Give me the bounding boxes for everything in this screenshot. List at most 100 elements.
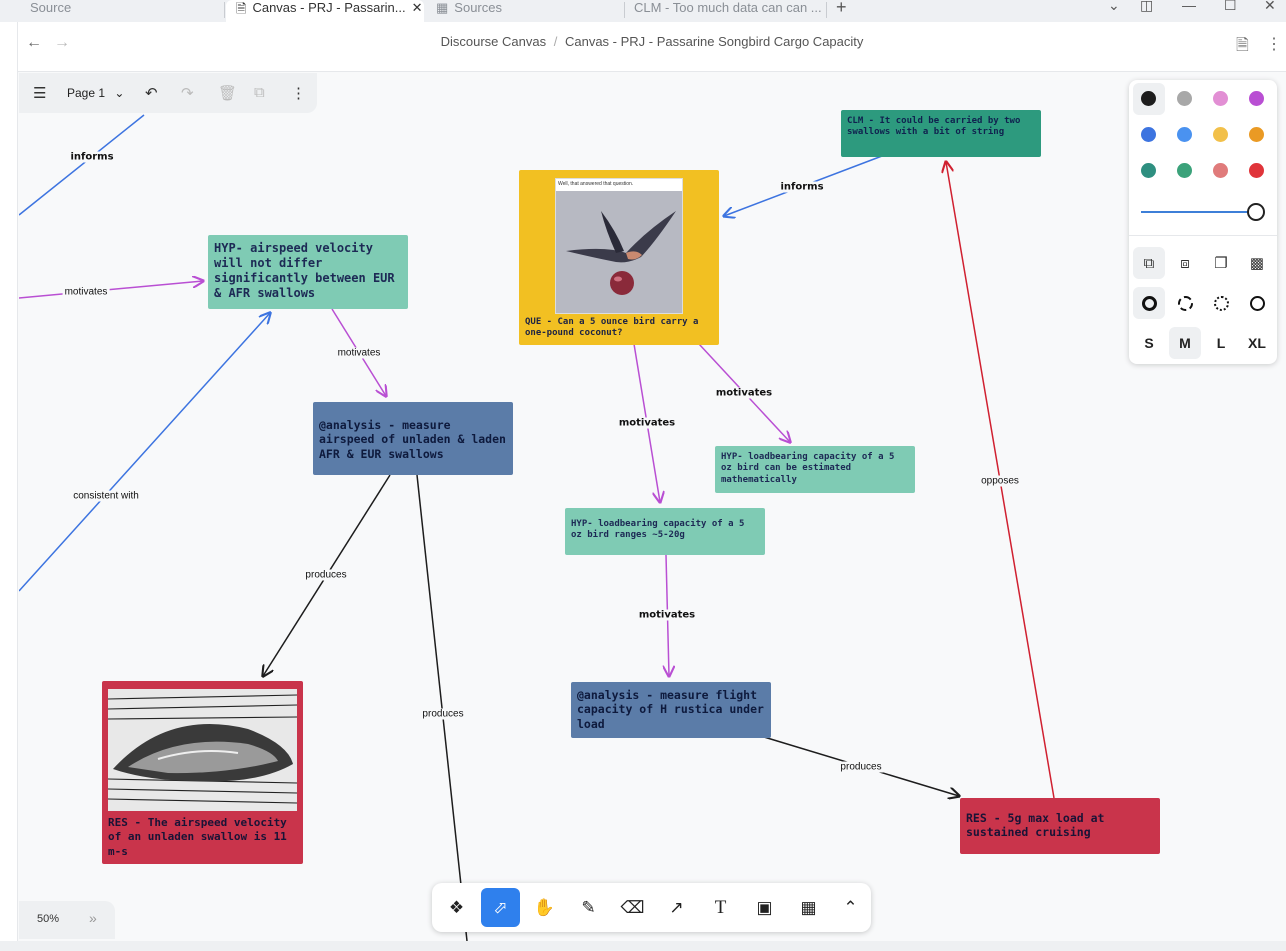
- divider: [1129, 235, 1277, 236]
- stroke-dashed-icon[interactable]: [1169, 287, 1201, 319]
- trash-icon[interactable]: 🗑: [218, 84, 237, 102]
- edge-label: motivates: [636, 609, 698, 621]
- question-text: QUE - Can a 5 ounce bird carry a one-pou…: [525, 317, 699, 338]
- breadcrumb-separator: /: [553, 34, 558, 49]
- hand-tool-icon[interactable]: ✋: [525, 888, 564, 927]
- color-swatch[interactable]: [1177, 127, 1192, 142]
- grid-icon: ▦: [436, 0, 449, 15]
- color-swatch[interactable]: [1213, 91, 1228, 106]
- hypothesis-load-range-node[interactable]: HYP- loadbearing capacity of a 5 oz bird…: [565, 508, 765, 555]
- color-swatch[interactable]: [1249, 127, 1264, 142]
- breadcrumb-parent[interactable]: Discourse Canvas: [441, 34, 547, 49]
- sidebar-toggle-icon[interactable]: ◫: [1140, 0, 1153, 14]
- eraser-tool-icon[interactable]: ⌫: [613, 888, 652, 927]
- color-swatch[interactable]: [1177, 91, 1192, 106]
- color-swatch[interactable]: [1249, 91, 1264, 106]
- image-caption: Well, that answered that question.: [556, 179, 682, 191]
- analysis-airspeed-node[interactable]: @analysis - measure airspeed of unladen …: [313, 402, 513, 475]
- tab-clm[interactable]: CLM - Too much data can can ...: [624, 0, 824, 22]
- tool-bar: ❖ ⬀ ✋ ✎ ⌫ ↗ T ▣ ▦ ⌃: [432, 883, 871, 932]
- opacity-slider-track[interactable]: [1141, 211, 1256, 213]
- size-m-button[interactable]: M: [1169, 327, 1201, 359]
- opacity-slider-thumb[interactable]: [1247, 203, 1265, 221]
- select-tool-icon[interactable]: ⬀: [481, 888, 520, 927]
- more-options-icon[interactable]: ⋮: [291, 84, 306, 102]
- window-close-icon[interactable]: ✕: [1264, 0, 1276, 14]
- fill-semi-icon[interactable]: ⧈: [1169, 247, 1201, 279]
- stroke-draw-icon[interactable]: [1133, 287, 1165, 319]
- color-swatch[interactable]: [1141, 91, 1156, 106]
- result-airspeed-node[interactable]: RES - The airspeed velocity of an unlade…: [102, 681, 303, 864]
- nav-bar: ← → Discourse Canvas / Canvas - PRJ - Pa…: [18, 22, 1286, 72]
- tab-label: Source: [30, 0, 72, 15]
- text-tool-icon[interactable]: T: [701, 888, 740, 927]
- page-label: Page 1: [67, 86, 106, 100]
- size-l-button[interactable]: L: [1205, 327, 1237, 359]
- color-swatch[interactable]: [1213, 127, 1228, 142]
- close-icon[interactable]: ✕: [412, 0, 423, 16]
- swallow-illustration: [566, 211, 676, 295]
- chevron-down-icon[interactable]: ⌄: [1108, 0, 1120, 14]
- tab-canvas[interactable]: 🗎 Canvas - PRJ - Passarin... ✕: [226, 0, 424, 22]
- size-s-button[interactable]: S: [1133, 327, 1165, 359]
- swallow-image: Well, that answered that question.: [555, 178, 683, 314]
- stroke-dotted-icon[interactable]: [1205, 287, 1237, 319]
- canvas[interactable]: informs motivates consistent with motiva…: [19, 73, 1286, 941]
- claim-node[interactable]: CLM - It could be carried by two swallow…: [841, 110, 1041, 157]
- canvas-top-toolbar: ☰ Page 1 ⌄ ↶ ↷ 🗑 ⧉ ⋮: [19, 73, 317, 113]
- color-swatch[interactable]: [1177, 163, 1192, 178]
- color-swatch[interactable]: [1213, 163, 1228, 178]
- discourse-graph-icon[interactable]: ❖: [437, 888, 476, 927]
- zoom-level[interactable]: 50%: [37, 913, 59, 925]
- color-swatch[interactable]: [1141, 163, 1156, 178]
- fill-pattern-icon[interactable]: ▩: [1241, 247, 1273, 279]
- edge-label: motivates: [62, 286, 110, 298]
- size-xl-button[interactable]: XL: [1241, 327, 1273, 359]
- tab-label: Canvas - PRJ - Passarin...: [252, 0, 406, 15]
- analysis-flight-node[interactable]: @analysis - measure flight capacity of H…: [571, 682, 771, 738]
- tab-label: CLM - Too much data can can ...: [634, 0, 822, 15]
- etching-illustration: [108, 689, 297, 811]
- note-tool-icon[interactable]: ▣: [745, 888, 784, 927]
- fill-none-icon[interactable]: ⧉: [1133, 247, 1165, 279]
- expand-minimap-icon[interactable]: »: [89, 910, 97, 926]
- edge-label: consistent with: [71, 490, 141, 502]
- minimize-icon[interactable]: —: [1182, 0, 1196, 13]
- hypothesis-airspeed-node[interactable]: HYP- airspeed velocity will not differ s…: [208, 235, 408, 309]
- image-tool-icon[interactable]: ▦: [789, 888, 828, 927]
- document-view-icon[interactable]: 🗎: [1236, 34, 1249, 61]
- color-swatch[interactable]: [1141, 127, 1156, 142]
- duplicate-icon[interactable]: ⧉: [254, 84, 265, 101]
- edge-label: opposes: [979, 475, 1021, 487]
- page-selector[interactable]: Page 1 ⌄: [67, 86, 124, 100]
- tab-sources[interactable]: ▦ Sources: [426, 0, 622, 22]
- redo-icon[interactable]: ↷: [181, 84, 194, 102]
- result-load-node[interactable]: RES - 5g max load at sustained cruising: [960, 798, 1160, 854]
- result-airspeed-text: RES - The airspeed velocity of an unlade…: [108, 816, 287, 858]
- tab-source[interactable]: Source: [20, 0, 220, 22]
- coconut-etching-image: [108, 689, 297, 811]
- stroke-solid-icon[interactable]: [1241, 287, 1273, 319]
- edge-label: motivates: [616, 417, 678, 429]
- maximize-icon[interactable]: ☐: [1224, 0, 1237, 14]
- bottom-strip: [0, 941, 1286, 951]
- tab-bar: Source 🗎 Canvas - PRJ - Passarin... ✕ ▦ …: [0, 0, 1286, 22]
- document-icon: 🗎: [236, 1, 247, 16]
- arrow-tool-icon[interactable]: ↗: [657, 888, 696, 927]
- question-node[interactable]: Well, that answered that question. QUE -…: [519, 170, 719, 345]
- pencil-tool-icon[interactable]: ✎: [569, 888, 608, 927]
- tab-separator: [826, 2, 827, 18]
- fill-solid-icon[interactable]: ❐: [1205, 247, 1237, 279]
- undo-icon[interactable]: ↶: [145, 84, 158, 102]
- chevron-up-icon[interactable]: ⌃: [831, 888, 870, 927]
- chevron-down-icon: ⌄: [114, 86, 125, 100]
- edge-consistent-with[interactable]: [19, 313, 270, 592]
- edge-motivates-left[interactable]: [19, 281, 203, 299]
- more-options-icon[interactable]: ⋮: [1266, 34, 1282, 54]
- breadcrumb: Discourse Canvas / Canvas - PRJ - Passar…: [18, 34, 1286, 49]
- hypothesis-load-math-node[interactable]: HYP- loadbearing capacity of a 5 oz bird…: [715, 446, 915, 493]
- color-swatch[interactable]: [1249, 163, 1264, 178]
- edge-informs-left[interactable]: [19, 114, 145, 216]
- new-tab-icon[interactable]: +: [836, 0, 847, 18]
- menu-icon[interactable]: ☰: [33, 84, 46, 102]
